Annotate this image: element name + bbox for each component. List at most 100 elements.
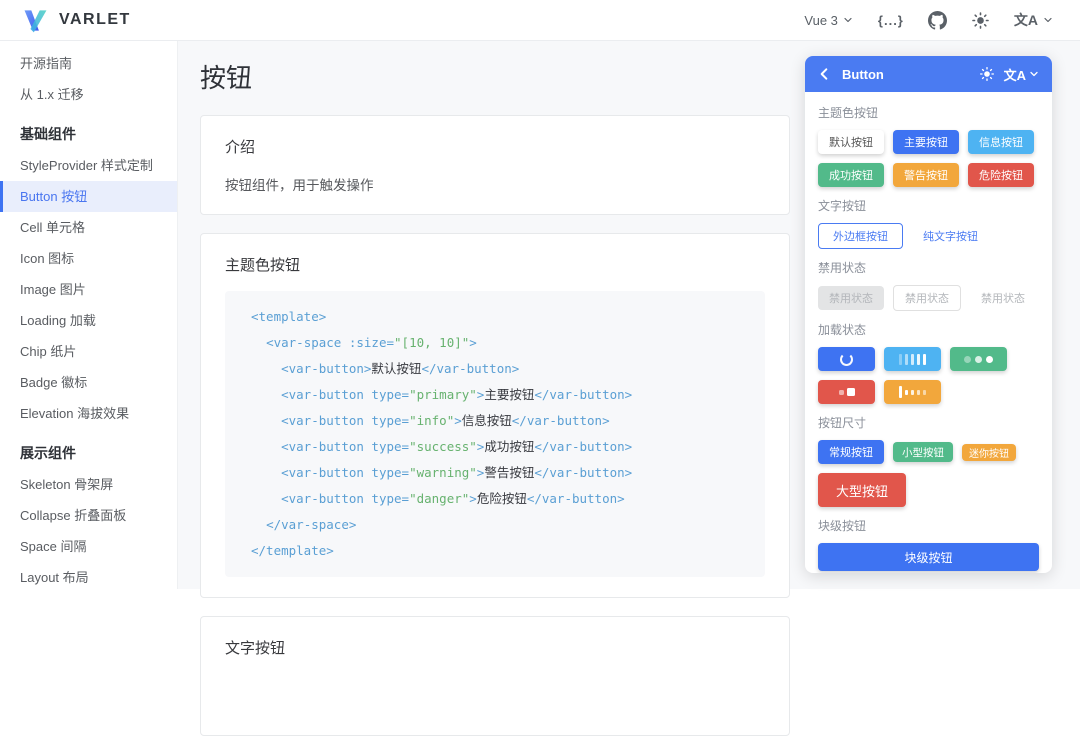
sidebar-item-chip[interactable]: Chip 纸片 xyxy=(0,336,177,367)
preview-button-primary[interactable]: 常规按钮 xyxy=(818,440,884,464)
preview-button-row: 大型按钮 xyxy=(818,473,1039,507)
preview-loading-button-cube[interactable] xyxy=(818,380,875,404)
preview-translate-icon: 文A xyxy=(1004,65,1026,84)
code-segment: <template> xyxy=(251,309,326,324)
preview-loading-button-circle[interactable] xyxy=(818,347,875,371)
preview-button-primary[interactable]: 主要按钮 xyxy=(893,130,959,154)
code-segment: type= xyxy=(371,491,409,506)
page-title: 按钮 xyxy=(200,58,792,95)
sidebar-item-icon[interactable]: Icon 图标 xyxy=(0,243,177,274)
rect-loader-icon xyxy=(923,390,926,395)
sidebar-item-collapse[interactable]: Collapse 折叠面板 xyxy=(0,500,177,531)
sidebar-item-loading[interactable]: Loading 加载 xyxy=(0,305,177,336)
brand[interactable]: VARLET xyxy=(22,7,131,34)
code-line: </var-space> xyxy=(251,512,739,538)
wave-loader-icon xyxy=(905,354,908,365)
code-segment: "primary" xyxy=(409,387,477,402)
preview-button-success-small[interactable]: 小型按钮 xyxy=(893,442,953,462)
code-line: <var-button type="warning">警告按钮</var-but… xyxy=(251,460,739,486)
code-segment: <var-button xyxy=(281,387,371,402)
preview-button-info[interactable]: 信息按钮 xyxy=(968,130,1034,154)
version-select[interactable]: Vue 3 xyxy=(804,13,854,28)
code-segment xyxy=(251,517,266,532)
sidebar-item-button[interactable]: Button 按钮 xyxy=(0,181,177,212)
sidebar-item-badge[interactable]: Badge 徽标 xyxy=(0,367,177,398)
github-icon[interactable] xyxy=(928,11,947,30)
code-segment: :size= xyxy=(349,335,394,350)
code-segment: 默认按钮 xyxy=(371,361,421,376)
preview-section-label: 主题色按钮 xyxy=(818,104,1039,121)
wave-loader-icon xyxy=(917,354,920,365)
code-segment xyxy=(251,491,281,506)
preview-button-disabled-outline[interactable]: 禁用状态 xyxy=(893,285,961,311)
code-segment: </var-button> xyxy=(421,361,519,376)
app-header: VARLET Vue 3 {...} 文A xyxy=(0,0,1080,41)
preview-button-warning-mini[interactable]: 迷你按钮 xyxy=(962,444,1016,461)
code-line: <var-button type="primary">主要按钮</var-but… xyxy=(251,382,739,408)
rect-loader-icon xyxy=(911,390,914,395)
sidebar-item-migration[interactable]: 从 1.x 迁移 xyxy=(0,79,177,110)
dots-loader-icon xyxy=(964,356,971,363)
sidebar-item-elevation[interactable]: Elevation 海拔效果 xyxy=(0,398,177,429)
preview-button-row: 外边框按钮纯文字按钮 xyxy=(818,223,1039,249)
sidebar-item-cell[interactable]: Cell 单元格 xyxy=(0,212,177,243)
code-segment: </var-space> xyxy=(266,517,356,532)
theme-toggle-icon[interactable] xyxy=(971,11,990,30)
code-segment xyxy=(251,439,281,454)
rect-loader-icon xyxy=(905,390,908,395)
code-segment: </template> xyxy=(251,543,334,558)
sidebar-item-image[interactable]: Image 图片 xyxy=(0,274,177,305)
code-segment: 警告按钮 xyxy=(484,465,534,480)
translate-icon: 文A xyxy=(1014,10,1038,30)
code-line: <var-button>默认按钮</var-button> xyxy=(251,356,739,382)
sidebar-item-layout[interactable]: Layout 布局 xyxy=(0,562,177,589)
sidebar-item-style-provider[interactable]: StyleProvider 样式定制 xyxy=(0,150,177,181)
preview-section-label: 按钮尺寸 xyxy=(818,414,1039,431)
sidebar-item-skeleton[interactable]: Skeleton 骨架屏 xyxy=(0,469,177,500)
preview-button-danger[interactable]: 危险按钮 xyxy=(968,163,1034,187)
code-block[interactable]: <template> <var-space :size="[10, 10]"> … xyxy=(225,291,765,577)
preview-header: Button 文A xyxy=(805,56,1052,92)
preview-button-disabled-text[interactable]: 禁用状态 xyxy=(970,286,1036,310)
code-segment: "warning" xyxy=(409,465,477,480)
sidebar-item-space[interactable]: Space 间隔 xyxy=(0,531,177,562)
preview-button-text[interactable]: 纯文字按钮 xyxy=(912,224,989,248)
preview-loading-button-dots[interactable] xyxy=(950,347,1007,371)
chevron-down-icon xyxy=(1028,68,1040,80)
sidebar-item-guide[interactable]: 开源指南 xyxy=(0,48,177,79)
code-line: <var-button type="info">信息按钮</var-button… xyxy=(251,408,739,434)
code-segment: <var-space xyxy=(266,335,349,350)
code-line: </template> xyxy=(251,538,739,564)
preview-button-row: 常规按钮小型按钮迷你按钮 xyxy=(818,440,1039,464)
preview-button-row xyxy=(818,380,1039,404)
preview-button-primary[interactable]: 块级按钮 xyxy=(818,543,1039,571)
preview-button-success[interactable]: 成功按钮 xyxy=(818,163,884,187)
code-segment: </var-button> xyxy=(534,387,632,402)
preview-button-row: 默认按钮主要按钮信息按钮 xyxy=(818,130,1039,154)
preview-body: 主题色按钮默认按钮主要按钮信息按钮成功按钮警告按钮危险按钮文字按钮外边框按钮纯文… xyxy=(805,92,1052,573)
sidebar-section-display-components: 展示组件 xyxy=(0,438,177,469)
preview-button-disabled[interactable]: 禁用状态 xyxy=(818,286,884,310)
code-segment: <var-button xyxy=(281,413,371,428)
preview-button-default[interactable]: 默认按钮 xyxy=(818,130,884,154)
preview-loading-button-rect[interactable] xyxy=(884,380,941,404)
code-line: <var-space :size="[10, 10]"> xyxy=(251,330,739,356)
intro-card-title: 介绍 xyxy=(225,136,765,157)
preview-button-outline[interactable]: 外边框按钮 xyxy=(818,223,903,249)
preview-language-select[interactable]: 文A xyxy=(1004,65,1040,84)
language-select[interactable]: 文A xyxy=(1014,10,1054,30)
preview-loading-button-wave[interactable] xyxy=(884,347,941,371)
back-icon[interactable] xyxy=(817,66,833,82)
code-segment: "success" xyxy=(409,439,477,454)
preview-theme-icon[interactable] xyxy=(979,66,995,82)
code-segment: type= xyxy=(371,387,409,402)
version-label: Vue 3 xyxy=(804,13,838,28)
code-segment xyxy=(251,335,266,350)
playground-icon[interactable]: {...} xyxy=(878,13,904,28)
code-segment: <var-button> xyxy=(281,361,371,376)
preview-button-row: 块级按钮 xyxy=(818,543,1039,571)
code-segment: "info" xyxy=(409,413,454,428)
preview-button-danger-large[interactable]: 大型按钮 xyxy=(818,473,906,507)
main-content: 按钮 介绍 按钮组件，用于触发操作 主题色按钮 <template> <var-… xyxy=(178,41,792,754)
preview-button-warning[interactable]: 警告按钮 xyxy=(893,163,959,187)
